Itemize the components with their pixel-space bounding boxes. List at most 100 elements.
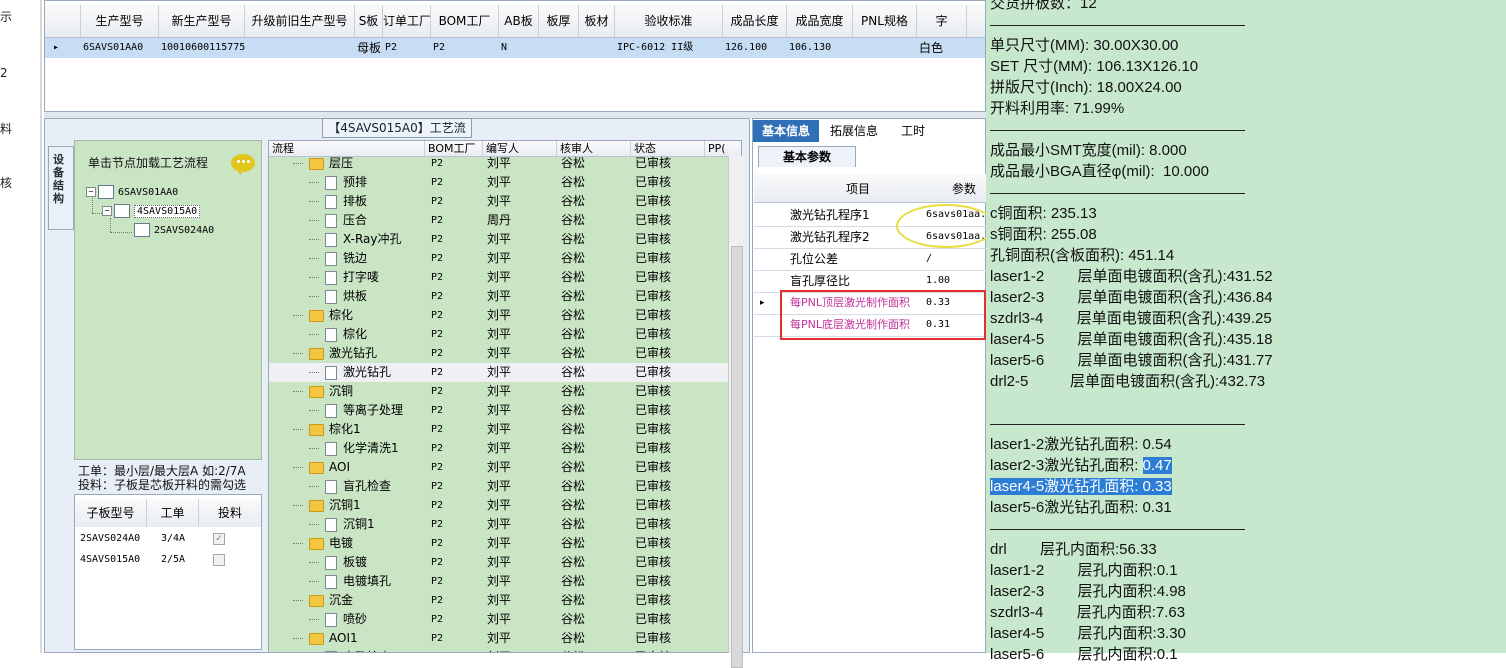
left-strip-label[interactable]: 料 [0, 120, 12, 137]
grid-cell[interactable]: 母板 [357, 38, 383, 58]
col-order[interactable]: 工单 [147, 499, 199, 527]
flow-step[interactable]: 化学清洗1 [325, 439, 399, 458]
flow-step[interactable]: AOI [309, 458, 350, 477]
flow-row[interactable]: 盲孔检查1 P2 刘平 谷松 已审核 [269, 648, 729, 652]
flow-row[interactable]: 排板 P2 刘平 谷松 已审核 [269, 192, 729, 211]
grid-header-cell[interactable]: 字 [917, 5, 967, 37]
grid-cell[interactable] [581, 38, 615, 58]
flow-row[interactable]: 电镀 P2 刘平 谷松 已审核 [269, 534, 729, 553]
collapse-icon[interactable]: − [86, 187, 96, 197]
flow-step[interactable]: 压合 [325, 211, 367, 230]
grid-cell[interactable]: 10010600115775 [161, 38, 245, 58]
grid-header-cell[interactable]: 成品长度 [723, 5, 787, 37]
flow-step[interactable]: 喷砂 [325, 610, 367, 629]
flow-list-scrollbar[interactable] [728, 156, 743, 668]
flow-row[interactable]: AOI P2 刘平 谷松 已审核 [269, 458, 729, 477]
flow-row[interactable]: 烘板 P2 刘平 谷松 已审核 [269, 287, 729, 306]
flow-row[interactable]: AOI1 P2 刘平 谷松 已审核 [269, 629, 729, 648]
grid-cell[interactable] [855, 38, 917, 58]
tab-basic-params[interactable]: 基本参数 [758, 146, 856, 167]
sub-model-cell[interactable]: 4SAVS015A0 [80, 550, 140, 570]
grid-cell[interactable]: 白色 [919, 38, 967, 58]
flow-step[interactable]: 板镀 [325, 553, 367, 572]
flow-row[interactable]: 压合 P2 周丹 谷松 已审核 [269, 211, 729, 230]
param-value[interactable]: 1.00 [926, 270, 986, 292]
flow-row[interactable]: 沉金 P2 刘平 谷松 已审核 [269, 591, 729, 610]
info-highlight[interactable]: 0.47 [1142, 457, 1172, 474]
left-strip-label[interactable]: 核 [0, 174, 12, 191]
tab-basic-info[interactable]: 基本信息 [753, 120, 819, 142]
flow-row[interactable]: 棕化1 P2 刘平 谷松 已审核 [269, 420, 729, 439]
feed-checkbox[interactable]: ✓ [213, 533, 225, 545]
grid-header-cell[interactable]: 升级前旧生产型号 [245, 5, 355, 37]
grid-header-cell[interactable]: 板材 [579, 5, 615, 37]
flow-row[interactable]: 化学清洗1 P2 刘平 谷松 已审核 [269, 439, 729, 458]
row-selector-header[interactable] [45, 5, 81, 37]
order-cell[interactable]: 3/4A [161, 529, 185, 549]
grid-cell[interactable]: P2 [385, 38, 431, 58]
flow-row[interactable]: 激光钻孔 P2 刘平 谷松 已审核 [269, 344, 729, 363]
flow-row[interactable]: 电镀填孔 P2 刘平 谷松 已审核 [269, 572, 729, 591]
left-strip-label[interactable]: 2 [0, 66, 8, 80]
param-row[interactable]: 孔位公差 / [754, 248, 986, 271]
col-param[interactable]: 参数 [952, 180, 976, 197]
left-strip-label[interactable]: 示 [0, 8, 12, 25]
flow-row[interactable]: 沉铜1 P2 刘平 谷松 已审核 [269, 496, 729, 515]
grid-cell[interactable]: 106.130 [789, 38, 853, 58]
tree-node-root[interactable]: − 6SAVS01AA0 [86, 185, 178, 199]
grid-header-cell[interactable]: AB板 [499, 5, 539, 37]
grid-header-cell[interactable]: BOM工厂 [431, 5, 499, 37]
tab-work-hours[interactable]: 工时 [890, 120, 936, 142]
flow-step[interactable]: 沉铜 [309, 382, 353, 401]
flow-step[interactable]: 棕化 [325, 325, 367, 344]
order-cell[interactable]: 2/5A [161, 550, 185, 570]
grid-cell[interactable]: IPC-6012 II级 [617, 38, 723, 58]
scrollbar-thumb[interactable] [731, 246, 743, 668]
info-highlight[interactable]: laser4-5激光钻孔面积: 0.33 [990, 478, 1172, 495]
flow-row[interactable]: 喷砂 P2 刘平 谷松 已审核 [269, 610, 729, 629]
flow-step[interactable]: 棕化 [309, 306, 353, 325]
flow-step[interactable]: 盲孔检查 [325, 477, 391, 496]
flow-row[interactable]: 预排 P2 刘平 谷松 已审核 [269, 173, 729, 192]
collapse-icon[interactable]: − [102, 206, 112, 216]
tree-node-grandchild[interactable]: 2SAVS024A0 [134, 223, 214, 237]
flow-row[interactable]: 打字唛 P2 刘平 谷松 已审核 [269, 268, 729, 287]
grid-header-cell[interactable]: 验收标准 [615, 5, 723, 37]
param-value[interactable]: / [926, 248, 986, 270]
tab-equipment-structure[interactable]: 设备结构 [48, 146, 74, 230]
flow-step[interactable]: 等离子处理 [325, 401, 403, 420]
col-feed[interactable]: 投料 [199, 499, 261, 527]
speech-bubble-icon[interactable] [231, 154, 255, 175]
grid-header-cell[interactable]: 成品宽度 [787, 5, 853, 37]
grid-cell[interactable]: N [501, 38, 539, 58]
product-grid-row[interactable]: ▸ 6SAVS01AA0 10010600115775 母板 P2 P2 N IPC-6012… [45, 38, 985, 58]
grid-header-cell[interactable]: S板 [355, 5, 383, 37]
flow-row[interactable]: 等离子处理 P2 刘平 谷松 已审核 [269, 401, 729, 420]
flow-row[interactable]: 沉铜 P2 刘平 谷松 已审核 [269, 382, 729, 401]
flow-step[interactable]: 盲孔检查1 [325, 648, 399, 652]
grid-header-cell[interactable]: 板厚 [539, 5, 579, 37]
flow-step[interactable]: X-Ray冲孔 [325, 230, 401, 249]
flow-step[interactable]: 沉铜1 [309, 496, 361, 515]
grid-cell[interactable]: 126.100 [725, 38, 787, 58]
sub-model-cell[interactable]: 2SAVS024A0 [80, 529, 140, 549]
flow-step[interactable]: AOI1 [309, 629, 358, 648]
flow-row[interactable]: 铣边 P2 刘平 谷松 已审核 [269, 249, 729, 268]
grid-cell[interactable] [541, 38, 579, 58]
grid-header-cell[interactable]: 生产型号 [81, 5, 159, 37]
flow-row[interactable]: 沉铜1 P2 刘平 谷松 已审核 [269, 515, 729, 534]
grid-cell[interactable]: P2 [433, 38, 499, 58]
flow-step[interactable]: 棕化1 [309, 420, 361, 439]
flow-step[interactable]: 沉金 [309, 591, 353, 610]
flow-step[interactable]: 激光钻孔 [325, 363, 391, 382]
col-item[interactable]: 项目 [846, 180, 870, 197]
tree-node-child[interactable]: − 4SAVS015A0 [102, 204, 201, 218]
flow-step[interactable]: 沉铜1 [325, 515, 375, 534]
tab-extended-info[interactable]: 拓展信息 [822, 120, 886, 142]
flow-step[interactable]: 电镀填孔 [325, 572, 391, 591]
flow-step[interactable]: 预排 [325, 173, 367, 192]
flow-step[interactable]: 激光钻孔 [309, 344, 377, 363]
grid-header-cell[interactable]: 新生产型号 [159, 5, 245, 37]
feed-checkbox[interactable] [213, 554, 225, 566]
flow-step[interactable]: 铣边 [325, 249, 367, 268]
